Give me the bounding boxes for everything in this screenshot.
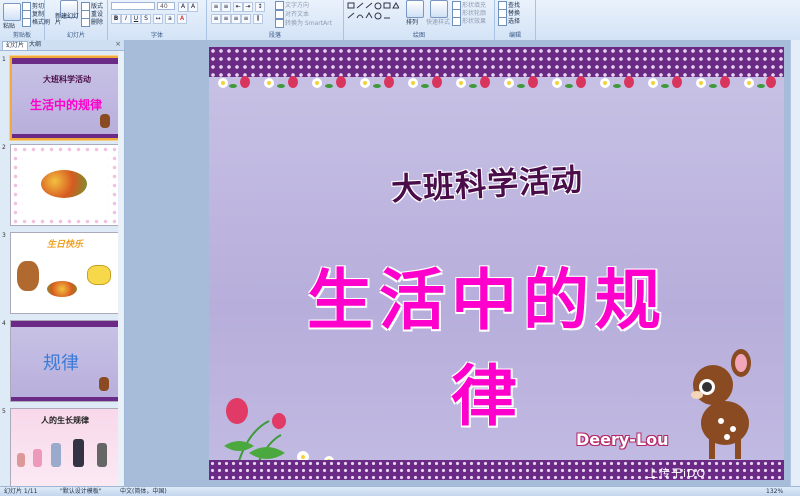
align-left-button[interactable]: ≡: [211, 14, 221, 24]
align-center-button[interactable]: ≡: [221, 14, 231, 24]
font-group-label: 字体: [150, 32, 163, 39]
vertical-scrollbar[interactable]: [790, 40, 800, 486]
baby-figure: [17, 453, 25, 467]
convert-smartart-button[interactable]: 转换为 SmartArt: [275, 18, 332, 28]
fruit-basket-icon: [41, 170, 87, 198]
smartart-icon: [275, 19, 284, 28]
slides-group: 新建幻灯片 版式 重设 删除 幻灯片: [45, 0, 108, 40]
close-pane-icon[interactable]: ×: [115, 40, 121, 48]
shapes-gallery[interactable]: [347, 2, 399, 24]
slide-thumbnail-1[interactable]: 1 大班科学活动 生活中的规律: [2, 56, 122, 140]
slide-title[interactable]: 生活中的规律: [277, 247, 697, 439]
thumb-title: 规律: [43, 353, 79, 374]
effects-icon: [452, 17, 461, 26]
thumb-subtitle: 大班科学活动: [43, 75, 91, 84]
deer-icon: [100, 114, 110, 128]
drawing-group-label: 绘图: [412, 32, 425, 39]
font-name-combo[interactable]: [111, 2, 155, 10]
deer-icon: [691, 349, 751, 459]
editing-group: 查找 替换 选择 编辑: [495, 0, 536, 40]
shape-effects-button[interactable]: 形状效果: [452, 16, 486, 26]
arrange-icon[interactable]: [406, 0, 424, 18]
paste-icon[interactable]: [3, 3, 21, 21]
increase-indent-button[interactable]: ⇥: [243, 2, 253, 12]
ribbon: 粘贴 剪切 复制 格式刷 剪贴板 新建幻灯片 版式 重设 删除 幻灯片 40 A…: [0, 0, 800, 41]
font-size-combo[interactable]: 40: [157, 2, 175, 10]
slides-group-label: 幻灯片: [66, 32, 85, 39]
delete-button[interactable]: 删除: [81, 17, 103, 27]
watermark-text: 上传于iDO 3MT.COM.CN: [647, 467, 707, 480]
line-spacing-button[interactable]: ↕: [255, 2, 265, 12]
shrink-font-button[interactable]: A: [188, 2, 198, 12]
slide-thumbnail-5[interactable]: 5 人的生长规律: [2, 408, 120, 490]
slide-subtitle[interactable]: 大班科学活动: [366, 153, 608, 210]
slide-thumbnail-4[interactable]: 4 规律: [2, 320, 120, 402]
paragraph-group: ≡ ≡ ⇤ ⇥ ↕ ≡ ≡ ≡ ≡ ⫼ 文字方向 对齐文本 转换为 SmartA…: [207, 0, 344, 40]
font-group: 40 A A B I U S ↔ a A 字体: [108, 0, 207, 40]
slide-number: 1: [2, 56, 6, 63]
tab-outline[interactable]: 大纲: [26, 41, 44, 49]
child-figure: [33, 449, 42, 467]
case-button[interactable]: a: [165, 14, 175, 24]
adult-figure: [73, 439, 84, 467]
slide-thumbnail-3[interactable]: 3 生日快乐: [2, 232, 120, 314]
strikethrough-button[interactable]: S: [141, 14, 151, 24]
thumb-title: 人的生长规律: [41, 416, 89, 425]
bullets-button[interactable]: ≡: [211, 2, 221, 12]
quick-styles-button[interactable]: 快速样式: [426, 17, 450, 26]
tab-slides[interactable]: 幻灯片: [2, 41, 29, 50]
strawberry-plant-icon: [224, 398, 334, 466]
align-right-button[interactable]: ≡: [231, 14, 241, 24]
arrange-button[interactable]: 排列: [406, 17, 418, 26]
pane-scrollbar[interactable]: [118, 51, 124, 486]
quick-styles-icon[interactable]: [430, 0, 448, 18]
fruit-icon: [47, 281, 77, 297]
font-color-button[interactable]: A: [177, 14, 187, 24]
clipboard-group: 粘贴 剪切 复制 格式刷 剪贴板: [0, 0, 50, 40]
slide-number: 3: [2, 232, 6, 239]
spacing-button[interactable]: ↔: [153, 14, 163, 24]
teen-figure: [51, 443, 61, 467]
select-button[interactable]: 选择: [498, 16, 520, 26]
new-slide-button[interactable]: 新建幻灯片: [55, 14, 79, 26]
editing-group-label: 编辑: [508, 32, 521, 39]
cake-icon: [87, 265, 111, 285]
numbering-button[interactable]: ≡: [221, 2, 231, 12]
slide-editor: 大班科学活动 生活中的规律 Deery-Lou 上传于iDO 3MT.COM.C…: [125, 40, 800, 486]
slide-thumbnail-2[interactable]: 2: [2, 144, 120, 226]
delete-icon: [81, 18, 90, 27]
decrease-indent-button[interactable]: ⇤: [233, 2, 243, 12]
bold-button[interactable]: B: [111, 14, 121, 24]
paragraph-group-label: 段落: [268, 32, 281, 39]
slides-pane: 幻灯片 大纲 × 1 大班科学活动 生活中的规律 2 3 生日快乐 4 规律 5…: [0, 40, 125, 490]
pane-tabs: 幻灯片 大纲 ×: [0, 40, 124, 51]
slide-number: 2: [2, 144, 6, 151]
drawing-group: 排列 快速样式 形状填充 形状轮廓 形状效果 绘图: [344, 0, 495, 40]
brush-icon: [22, 18, 31, 27]
clipboard-group-label: 剪贴板: [12, 32, 31, 39]
italic-button[interactable]: I: [121, 14, 131, 24]
underline-button[interactable]: U: [131, 14, 141, 24]
monkey-icon: [17, 261, 39, 291]
columns-button[interactable]: ⫼: [253, 14, 263, 24]
deer-icon: [99, 377, 109, 391]
grow-font-button[interactable]: A: [178, 2, 188, 12]
cursor-icon: [498, 17, 507, 26]
justify-button[interactable]: ≡: [241, 14, 251, 24]
brand-logo: Deery-Lou: [576, 430, 669, 449]
elder-figure: [97, 443, 107, 467]
slide-number: 5: [2, 408, 6, 415]
slide-canvas[interactable]: 大班科学活动 生活中的规律 Deery-Lou 上传于iDO 3MT.COM.C…: [209, 47, 784, 480]
slide-number: 4: [2, 320, 6, 327]
flower-border: [218, 76, 776, 88]
thumb-birthday-title: 生日快乐: [46, 240, 83, 250]
paste-button[interactable]: 粘贴: [3, 21, 15, 30]
thumb-title: 生活中的规律: [29, 98, 102, 112]
